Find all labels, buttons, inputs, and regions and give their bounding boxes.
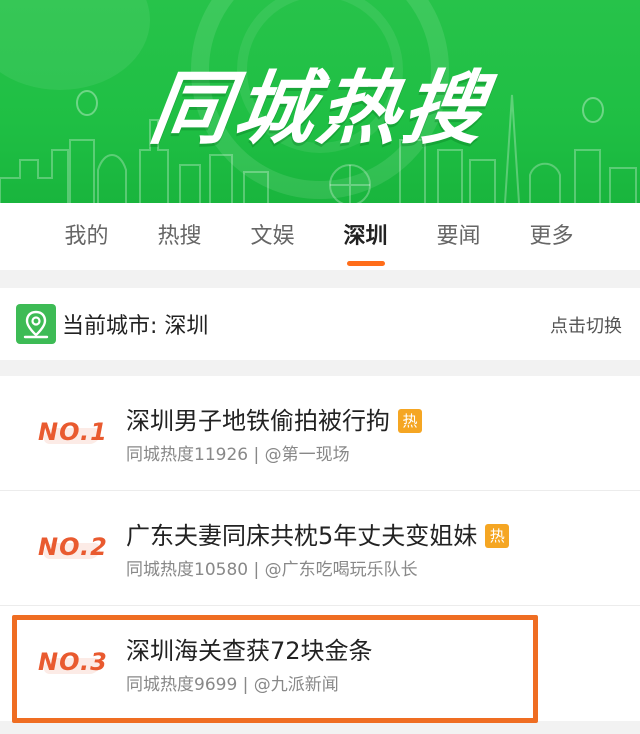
item-title-text: 深圳海关查获72块金条 xyxy=(126,637,373,665)
current-city-bar: 当前城市: 深圳 点击切换 xyxy=(0,288,640,360)
switch-city-link[interactable]: 点击切换 xyxy=(550,312,622,338)
item-meta: 同城热度10580 | @广东吃喝玩乐队长 xyxy=(126,560,418,580)
hot-badge: 热 xyxy=(485,524,510,548)
list-item[interactable]: NO.2 广东夫妻同床共枕5年丈夫变姐妹热 同城热度10580 | @广东吃喝玩… xyxy=(0,491,640,606)
item-title[interactable]: 深圳男子地铁偷拍被行拘热 xyxy=(126,401,422,436)
rank-label: NO.2 xyxy=(38,533,108,561)
tab-more[interactable]: 更多 xyxy=(505,203,598,270)
rank-label: NO.1 xyxy=(38,418,108,446)
rank-label: NO.3 xyxy=(38,648,108,676)
location-pin-icon xyxy=(16,304,56,344)
item-title-text: 深圳男子地铁偷拍被行拘 xyxy=(126,407,390,435)
tab-hot-search[interactable]: 热搜 xyxy=(133,203,226,270)
item-title[interactable]: 深圳海关查获72块金条 xyxy=(126,631,373,666)
tab-entertainment[interactable]: 文娱 xyxy=(226,203,319,270)
banner-title: 同城热搜 xyxy=(144,62,494,155)
list-item[interactable]: NO.3 深圳海关查获72块金条 同城热度9699 | @九派新闻 xyxy=(0,606,640,721)
hot-badge: 热 xyxy=(398,409,422,433)
item-meta: 同城热度11926 | @第一现场 xyxy=(126,445,350,465)
tab-bar: 我的 热搜 文娱 深圳 要闻 更多 xyxy=(0,203,640,270)
item-meta: 同城热度9699 | @九派新闻 xyxy=(126,675,339,695)
current-city-label: 当前城市: 深圳 xyxy=(62,314,209,339)
banner: 同城热搜 xyxy=(0,0,640,203)
tab-news[interactable]: 要闻 xyxy=(412,203,505,270)
tab-mine[interactable]: 我的 xyxy=(40,203,133,270)
list-item[interactable]: NO.1 深圳男子地铁偷拍被行拘热 同城热度11926 | @第一现场 xyxy=(0,376,640,491)
tab-shenzhen[interactable]: 深圳 xyxy=(319,203,412,270)
hot-search-list: NO.1 深圳男子地铁偷拍被行拘热 同城热度11926 | @第一现场 NO.2… xyxy=(0,376,640,721)
item-title-text: 广东夫妻同床共枕5年丈夫变姐妹 xyxy=(126,522,478,550)
item-title[interactable]: 广东夫妻同床共枕5年丈夫变姐妹热 xyxy=(126,516,510,551)
